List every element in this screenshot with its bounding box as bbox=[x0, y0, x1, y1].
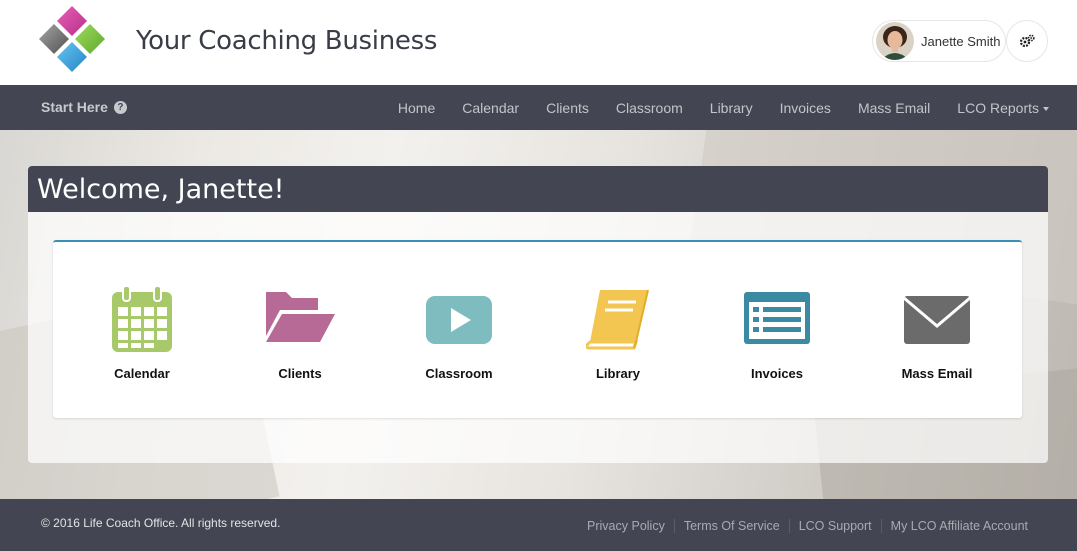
avatar bbox=[876, 22, 914, 60]
footer-privacy-policy[interactable]: Privacy Policy bbox=[578, 519, 674, 533]
business-name: Your Coaching Business bbox=[136, 26, 438, 56]
tile-library[interactable]: Library bbox=[553, 286, 683, 386]
welcome-panel: Welcome, Janette! Calendar Clients Class… bbox=[28, 166, 1048, 463]
top-header: Your Coaching Business Janette Smith bbox=[0, 0, 1077, 85]
nav-invoices[interactable]: Invoices bbox=[780, 100, 831, 116]
welcome-title: Welcome, Janette! bbox=[37, 174, 285, 205]
book-icon bbox=[586, 289, 649, 350]
play-video-icon bbox=[426, 296, 492, 344]
tile-calendar-label: Calendar bbox=[114, 366, 170, 381]
tile-classroom-label: Classroom bbox=[425, 366, 493, 381]
list-alt-icon bbox=[744, 292, 810, 344]
user-name: Janette Smith bbox=[921, 34, 1001, 49]
calendar-icon bbox=[112, 286, 172, 352]
main-navbar: Start Here ? Home Calendar Clients Class… bbox=[0, 85, 1077, 130]
question-circle-icon: ? bbox=[113, 100, 127, 114]
footer: © 2016 Life Coach Office. All rights res… bbox=[0, 499, 1077, 551]
start-here-link[interactable]: Start Here ? bbox=[41, 99, 127, 115]
footer-terms-of-service[interactable]: Terms Of Service bbox=[673, 519, 789, 533]
nav-clients[interactable]: Clients bbox=[546, 100, 589, 116]
footer-affiliate-account[interactable]: My LCO Affiliate Account bbox=[880, 519, 1028, 533]
nav-lco-reports-label: LCO Reports bbox=[957, 99, 1039, 116]
nav-home[interactable]: Home bbox=[398, 100, 435, 116]
tile-calendar[interactable]: Calendar bbox=[77, 286, 207, 386]
user-menu[interactable]: Janette Smith bbox=[872, 20, 1006, 62]
nav-links: Home Calendar Clients Classroom Library … bbox=[371, 85, 1049, 130]
settings-button[interactable] bbox=[1006, 20, 1048, 62]
nav-mass-email[interactable]: Mass Email bbox=[858, 100, 930, 116]
start-here-label: Start Here bbox=[41, 99, 108, 115]
welcome-header: Welcome, Janette! bbox=[28, 166, 1048, 212]
envelope-icon bbox=[903, 296, 971, 344]
footer-links: Privacy Policy Terms Of Service LCO Supp… bbox=[578, 519, 1028, 533]
quick-links-card: Calendar Clients Classroom Library Invoi… bbox=[53, 240, 1022, 418]
gears-icon bbox=[1019, 34, 1035, 48]
company-logo[interactable] bbox=[34, 4, 110, 80]
nav-classroom[interactable]: Classroom bbox=[616, 100, 683, 116]
tile-mass-email[interactable]: Mass Email bbox=[872, 286, 1002, 386]
tile-invoices-label: Invoices bbox=[750, 366, 804, 381]
nav-lco-reports-dropdown[interactable]: LCO Reports bbox=[957, 100, 1049, 116]
tile-invoices[interactable]: Invoices bbox=[712, 286, 842, 386]
nav-calendar[interactable]: Calendar bbox=[462, 100, 519, 116]
nav-library[interactable]: Library bbox=[710, 100, 753, 116]
caret-down-icon bbox=[1043, 106, 1049, 111]
copyright-text: © 2016 Life Coach Office. All rights res… bbox=[41, 516, 281, 530]
tile-library-label: Library bbox=[595, 366, 641, 381]
tile-mass-email-label: Mass Email bbox=[901, 366, 973, 381]
folder-open-icon bbox=[266, 292, 335, 342]
footer-lco-support[interactable]: LCO Support bbox=[788, 519, 881, 533]
tile-classroom[interactable]: Classroom bbox=[394, 286, 524, 386]
tile-clients[interactable]: Clients bbox=[235, 286, 365, 386]
tile-clients-label: Clients bbox=[278, 366, 322, 381]
